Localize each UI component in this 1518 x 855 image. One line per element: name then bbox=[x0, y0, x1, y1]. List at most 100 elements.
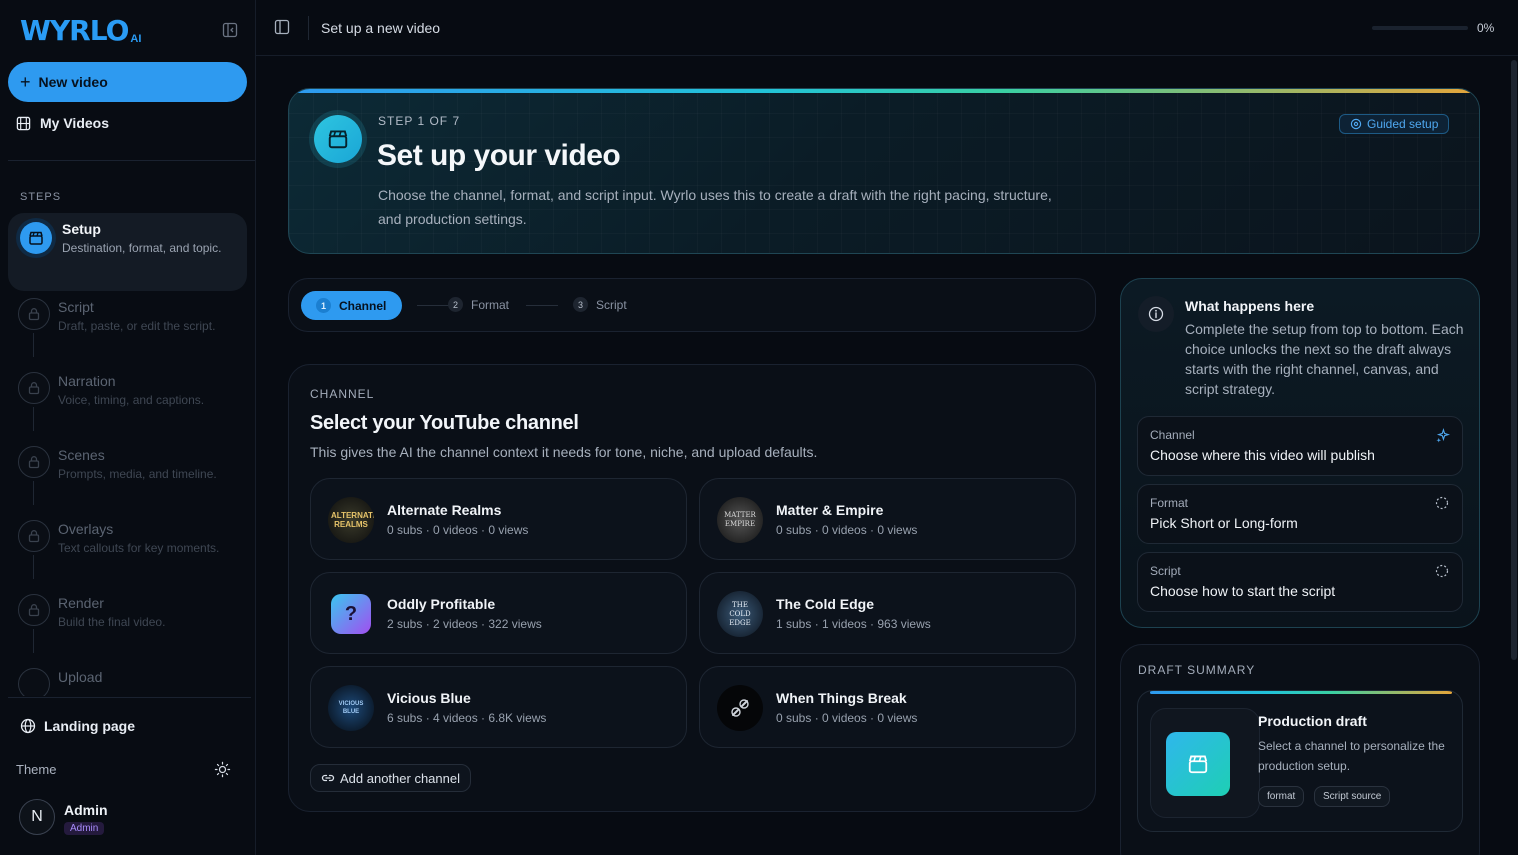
channel-name: Oddly Profitable bbox=[387, 596, 496, 612]
step-connector bbox=[33, 555, 34, 579]
page-title: Set up a new video bbox=[321, 20, 441, 36]
sidebar-step-title: Script bbox=[58, 299, 94, 315]
channel-stats: 0 subs · 0 videos · 0 views bbox=[387, 523, 529, 537]
steps-heading: STEPS bbox=[20, 191, 62, 203]
setup-progress-bar bbox=[1372, 26, 1468, 30]
stepper-connector bbox=[526, 305, 558, 306]
sidebar-step-title[interactable]: Setup bbox=[62, 221, 101, 237]
channel-option[interactable]: VICIOUS BLUE Vicious Blue 6 subs · 4 vid… bbox=[310, 666, 687, 748]
lock-icon bbox=[18, 668, 50, 696]
sidebar-step-title: Upload bbox=[58, 669, 103, 685]
landing-page-label: Landing page bbox=[44, 718, 135, 734]
globe-icon bbox=[20, 718, 36, 734]
channel-option[interactable]: THE COLD EDGE The Cold Edge 1 subs · 1 v… bbox=[699, 572, 1076, 654]
checklist-text: Choose how to start the script bbox=[1150, 583, 1336, 599]
lock-icon bbox=[18, 520, 50, 552]
theme-label: Theme bbox=[16, 762, 57, 777]
guide-icon bbox=[1350, 118, 1362, 130]
draft-title: Production draft bbox=[1258, 713, 1367, 729]
panel-toggle-icon[interactable] bbox=[274, 19, 290, 38]
section-label: CHANNEL bbox=[310, 387, 375, 401]
broken-chain-icon bbox=[731, 699, 749, 717]
guided-setup-badge: Guided setup bbox=[1339, 114, 1450, 134]
topbar-separator bbox=[308, 16, 309, 40]
add-channel-button[interactable]: Add another channel bbox=[310, 764, 471, 792]
hero-card: STEP 1 OF 7 Set up your video Choose the… bbox=[288, 88, 1480, 254]
pending-circle-icon bbox=[1435, 564, 1449, 581]
checklist-item-script: Script Choose how to start the script bbox=[1137, 552, 1463, 612]
checklist-text: Choose where this video will publish bbox=[1150, 447, 1375, 463]
channel-name: Vicious Blue bbox=[387, 690, 471, 706]
checklist-text: Pick Short or Long-form bbox=[1150, 515, 1298, 531]
new-video-button[interactable]: + New video bbox=[8, 62, 247, 102]
guided-setup-label: Guided setup bbox=[1367, 117, 1439, 131]
plus-icon: + bbox=[20, 71, 31, 92]
film-icon bbox=[16, 116, 31, 130]
sidebar-collapse-icon[interactable] bbox=[222, 22, 240, 40]
sidebar-step-subtitle: Destination, format, and topic. bbox=[62, 241, 222, 255]
channel-name: The Cold Edge bbox=[776, 596, 874, 612]
my-videos-label: My Videos bbox=[40, 115, 109, 131]
brand-suffix: AI bbox=[130, 33, 142, 45]
sidebar-step-title: Narration bbox=[58, 373, 116, 389]
lock-icon bbox=[18, 446, 50, 478]
topbar: Set up a new video 0% bbox=[256, 0, 1518, 56]
setup-stepper: 1 Channel 2 Format 3 Script bbox=[288, 278, 1096, 332]
channel-option[interactable]: ALTERNATE REALMS Alternate Realms 0 subs… bbox=[310, 478, 687, 560]
sidebar-step-subtitle: Prompts, media, and timeline. bbox=[58, 467, 217, 481]
my-videos-link[interactable]: My Videos bbox=[16, 115, 109, 131]
channel-avatar-text: ALTERNATE REALMS bbox=[331, 511, 374, 529]
channel-avatar: THE COLD EDGE bbox=[717, 591, 763, 637]
info-icon bbox=[1138, 296, 1174, 332]
channel-name: Alternate Realms bbox=[387, 502, 502, 518]
clapperboard-icon bbox=[20, 222, 52, 254]
scrollbar[interactable] bbox=[1511, 60, 1517, 660]
setup-progress-text: 0% bbox=[1477, 21, 1495, 35]
channel-avatar-text: ? bbox=[344, 602, 358, 625]
channel-option[interactable]: When Things Break 0 subs · 0 videos · 0 … bbox=[699, 666, 1076, 748]
channel-avatar: ? bbox=[331, 594, 371, 634]
stepper-number: 2 bbox=[448, 297, 463, 312]
draft-thumbnail-frame bbox=[1150, 708, 1260, 818]
step-connector bbox=[33, 407, 34, 431]
what-happens-card: What happens here Complete the setup fro… bbox=[1120, 278, 1480, 628]
stepper-label: Script bbox=[596, 297, 627, 312]
stepper-label: Channel bbox=[339, 298, 387, 313]
stepper-channel[interactable]: 1 Channel bbox=[301, 291, 402, 320]
stepper-format[interactable]: 2 Format bbox=[448, 297, 509, 312]
checklist-item-format: Format Pick Short or Long-form bbox=[1137, 484, 1463, 544]
checklist-label: Channel bbox=[1150, 428, 1195, 442]
sidebar-divider bbox=[8, 697, 251, 698]
hero-step-label: STEP 1 OF 7 bbox=[378, 114, 461, 128]
brand-logo[interactable]: WYRLO AI bbox=[20, 17, 142, 46]
draft-summary-card: DRAFT SUMMARY Production draft Select a … bbox=[1120, 644, 1480, 855]
sidebar: WYRLO AI + New video My Videos STEPS Set… bbox=[0, 0, 256, 855]
stepper-script[interactable]: 3 Script bbox=[573, 297, 627, 312]
channel-avatar bbox=[717, 685, 763, 731]
channel-option[interactable]: ? Oddly Profitable 2 subs · 2 videos · 3… bbox=[310, 572, 687, 654]
sun-icon[interactable] bbox=[214, 761, 231, 781]
draft-chip-format: format bbox=[1258, 786, 1305, 807]
channel-stats: 6 subs · 4 videos · 6.8K views bbox=[387, 711, 547, 725]
pending-circle-icon bbox=[1435, 496, 1449, 513]
clapperboard-icon bbox=[314, 115, 362, 163]
draft-chip-script-source: Script source bbox=[1314, 786, 1391, 807]
channel-avatar-text: MATTER EMPIRE bbox=[724, 511, 756, 528]
sidebar-step-upload: Upload bbox=[0, 660, 255, 696]
user-role-badge: Admin bbox=[64, 822, 105, 835]
sidebar-step-subtitle: Text callouts for key moments. bbox=[58, 541, 220, 555]
sidebar-step-subtitle: Draft, paste, or edit the script. bbox=[58, 319, 216, 333]
channel-avatar: MATTER EMPIRE bbox=[717, 497, 763, 543]
step-connector bbox=[33, 481, 34, 505]
user-avatar[interactable]: N bbox=[19, 799, 55, 835]
section-title: Select your YouTube channel bbox=[310, 412, 579, 434]
stepper-number: 1 bbox=[316, 298, 331, 313]
draft-description: Select a channel to personalize the prod… bbox=[1258, 739, 1445, 773]
channel-avatar-text: THE COLD EDGE bbox=[729, 600, 751, 627]
section-description: This gives the AI the channel context it… bbox=[310, 444, 818, 460]
channel-option[interactable]: MATTER EMPIRE Matter & Empire 0 subs · 0… bbox=[699, 478, 1076, 560]
landing-page-link[interactable]: Landing page bbox=[20, 718, 135, 734]
user-name: Admin bbox=[64, 802, 108, 818]
channel-stats: 1 subs · 1 videos · 963 views bbox=[776, 617, 931, 631]
clapperboard-icon bbox=[1166, 732, 1230, 796]
